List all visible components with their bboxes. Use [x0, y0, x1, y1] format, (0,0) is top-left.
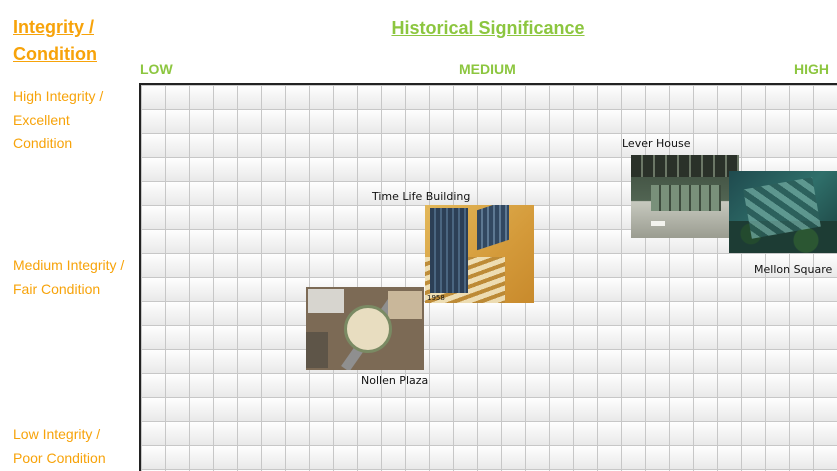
y-tick-high-line1: High Integrity /: [13, 88, 104, 104]
y-tick-medium-line1: Medium Integrity /: [13, 257, 125, 273]
x-tick-medium: MEDIUM: [459, 61, 516, 77]
time-life-year: 1958: [427, 294, 445, 302]
time-life-label: Time Life Building: [372, 190, 471, 203]
time-life-photo: 1958: [425, 205, 534, 303]
mellon-square-label: Mellon Square: [754, 263, 833, 276]
mellon-square-photo: [729, 171, 837, 253]
x-tick-high: HIGH: [794, 61, 829, 77]
y-tick-low-line2: Poor Condition: [13, 449, 106, 466]
y-tick-low: Low Integrity / Poor Condition: [13, 423, 135, 470]
y-tick-low-line1: Low Integrity /: [13, 426, 101, 442]
y-tick-high-line3: Condition: [13, 135, 73, 151]
significance-integrity-matrix: Integrity / Condition Historical Signifi…: [0, 0, 837, 471]
y-tick-high-line2: Excellent: [13, 111, 70, 128]
x-axis-title: Historical Significance: [391, 18, 585, 38]
y-tick-high: High Integrity / Excellent Condition: [13, 85, 135, 156]
y-tick-medium: Medium Integrity / Fair Condition: [13, 254, 135, 301]
lever-house-photo: [631, 155, 739, 238]
nollen-plaza-label: Nollen Plaza: [361, 374, 429, 387]
nollen-plaza-photo: [306, 287, 424, 370]
y-axis-title-line2: Condition: [13, 44, 97, 64]
y-axis-title-line1: Integrity /: [13, 17, 95, 37]
y-tick-medium-line2: Fair Condition: [13, 280, 101, 297]
lever-house-label: Lever House: [622, 137, 691, 150]
x-tick-low: LOW: [140, 61, 173, 77]
y-axis-title: Integrity / Condition: [13, 14, 133, 68]
